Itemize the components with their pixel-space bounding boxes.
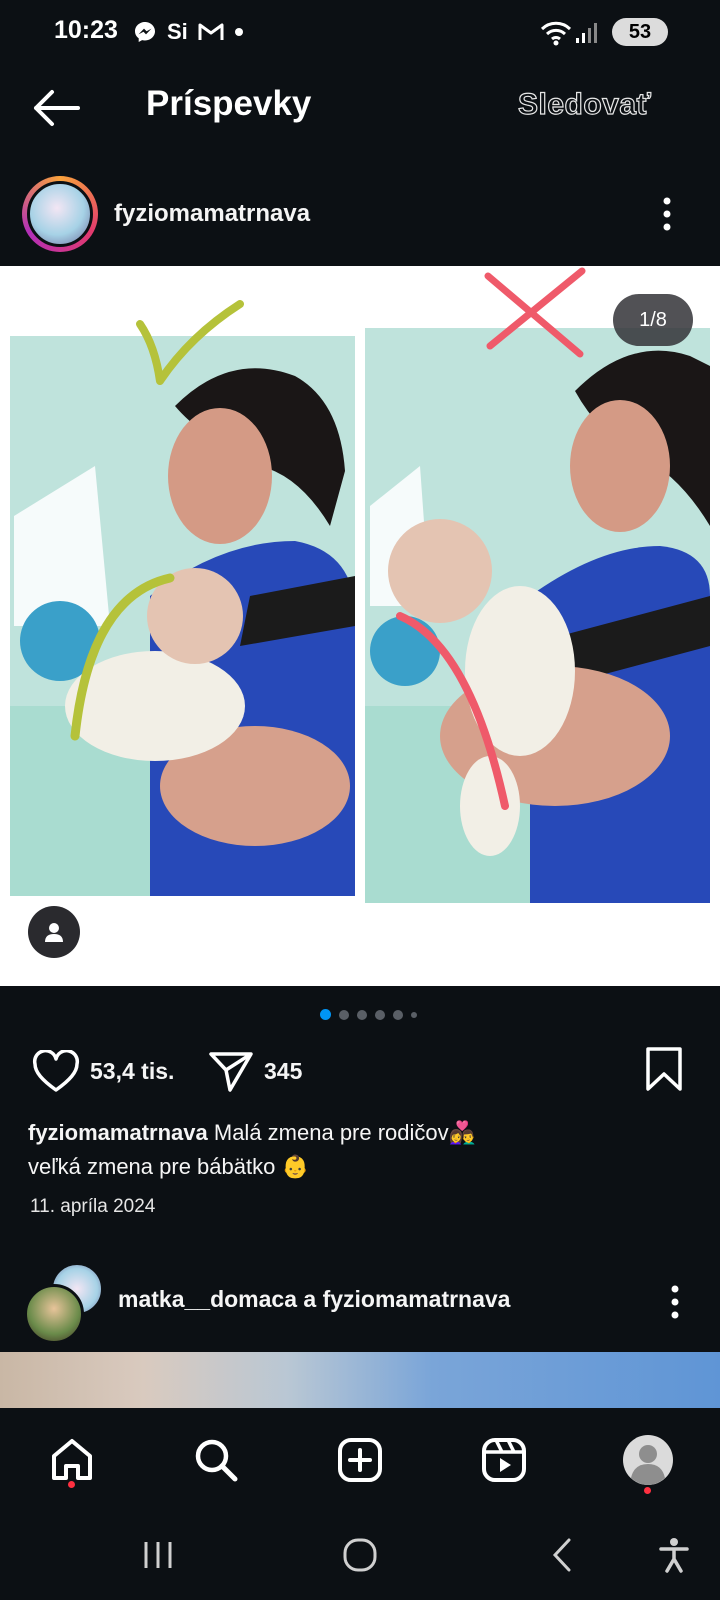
search-icon <box>195 1439 238 1482</box>
carousel-dot <box>375 1009 385 1020</box>
share-icon[interactable] <box>208 1048 254 1094</box>
share-count[interactable]: 345 <box>264 1058 302 1085</box>
carousel-dot <box>339 1009 349 1020</box>
next-post-image[interactable] <box>0 1352 720 1408</box>
messenger-icon <box>135 22 155 42</box>
avatar[interactable] <box>27 181 93 247</box>
more-options-icon[interactable] <box>668 1284 682 1320</box>
system-back-button[interactable] <box>532 1530 592 1580</box>
profile-avatar-icon <box>623 1435 673 1485</box>
battery-indicator: 53 <box>612 18 668 46</box>
status-time: 10:23 <box>54 16 118 44</box>
home-notification-dot <box>68 1481 75 1488</box>
nav-reels[interactable] <box>474 1430 534 1490</box>
notification-dot-icon <box>234 28 243 36</box>
back-chevron-icon <box>552 1538 571 1572</box>
follow-button[interactable]: Sledovať <box>517 87 651 122</box>
carousel-counter-text: 1/8 <box>639 308 667 331</box>
notification-icons: Si <box>133 18 244 46</box>
nav-profile[interactable] <box>618 1430 678 1490</box>
right-photo-ball <box>370 616 440 686</box>
right-photo-face <box>570 400 670 532</box>
tagged-people-button[interactable] <box>28 906 80 958</box>
wifi-icon <box>540 21 572 46</box>
checkmark-icon <box>136 300 244 385</box>
home-circle-icon <box>343 1538 377 1572</box>
heart-icon[interactable] <box>32 1050 80 1094</box>
home-icon <box>52 1439 92 1480</box>
post-photo-collage <box>10 328 710 903</box>
more-options-icon[interactable] <box>660 196 674 232</box>
signal-icon <box>576 23 597 43</box>
next-post-usernames[interactable]: matka__domaca a fyziomamatrnava <box>118 1286 510 1313</box>
post-date: 11. apríla 2024 <box>30 1196 156 1217</box>
recent-apps-button[interactable] <box>128 1530 188 1580</box>
back-arrow-icon[interactable] <box>30 86 82 130</box>
carousel-counter: 1/8 <box>613 294 693 346</box>
caption-text-line1: Malá zmena pre rodičov👩‍❤️‍👨 <box>213 1120 477 1145</box>
add-post-icon <box>338 1438 382 1482</box>
post-username[interactable]: fyziomamatrnava <box>114 200 310 228</box>
carousel-dots <box>320 1009 417 1020</box>
carousel-dot <box>357 1009 367 1020</box>
gmail-icon <box>198 23 224 40</box>
right-photo-baby-head <box>388 519 492 623</box>
caption-text-line2: veľká zmena pre bábätko 👶 <box>28 1154 309 1179</box>
caption-username[interactable]: fyziomamatrnava <box>28 1120 208 1145</box>
reels-icon <box>482 1438 526 1482</box>
left-photo-face <box>168 408 272 544</box>
nav-search[interactable] <box>186 1430 246 1490</box>
accessibility-button[interactable] <box>644 1530 704 1580</box>
page-title: Príspevky <box>146 84 312 123</box>
carousel-dot <box>411 1011 417 1018</box>
bookmark-icon[interactable] <box>644 1046 684 1092</box>
post-caption: fyziomamatrnava Malá zmena pre rodičov👩‍… <box>28 1116 668 1184</box>
cross-mark-icon <box>484 267 586 358</box>
home-system-button[interactable] <box>330 1530 390 1580</box>
battery-level: 53 <box>628 20 652 43</box>
carousel-dot <box>393 1009 403 1020</box>
next-post-avatar-primary[interactable] <box>24 1284 84 1344</box>
si-icon: Si <box>167 19 188 44</box>
recent-apps-icon <box>144 1542 172 1568</box>
profile-notification-dot <box>644 1487 651 1494</box>
accessibility-icon <box>659 1538 689 1573</box>
like-count[interactable]: 53,4 tis. <box>90 1058 174 1085</box>
nav-create[interactable] <box>330 1430 390 1490</box>
person-icon <box>45 923 63 942</box>
right-photo-baby-legs <box>460 756 520 856</box>
post-image[interactable] <box>0 266 720 986</box>
carousel-dot-active <box>320 1009 331 1020</box>
